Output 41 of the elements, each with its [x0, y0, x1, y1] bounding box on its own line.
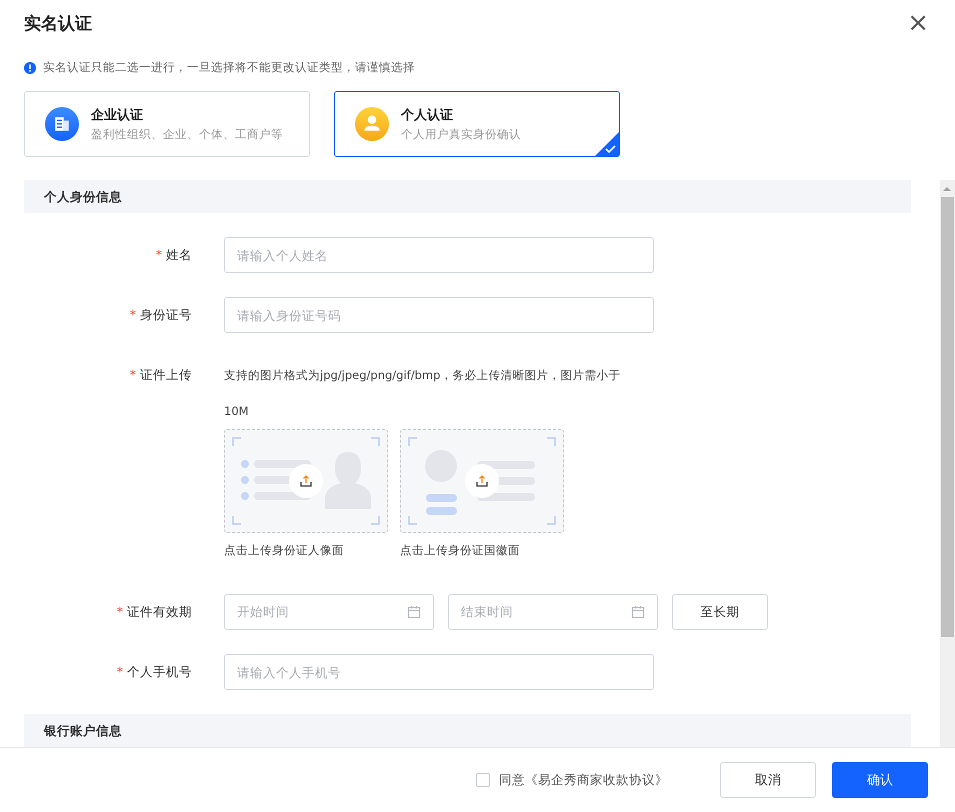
upload-icon: [289, 464, 323, 498]
person-icon: [355, 107, 389, 141]
notice-text: 实名认证只能二选一进行，一旦选择将不能更改认证类型，请谨慎选择: [43, 60, 415, 75]
type-description: 盈利性组织、企业、个体、工商户等: [91, 127, 283, 142]
required-mark: *: [130, 367, 136, 382]
agreement-text: 同意《易企秀商家收款协议》: [499, 772, 668, 788]
permanent-button[interactable]: 至长期: [672, 594, 768, 630]
calendar-icon: [407, 605, 421, 619]
field-label: 姓名: [166, 247, 192, 262]
type-description: 个人用户真实身份确认: [401, 127, 521, 142]
type-title: 企业认证: [91, 107, 144, 124]
confirm-button[interactable]: 确认: [832, 762, 928, 798]
upload-hint: 支持的图片格式为jpg/jpeg/png/gif/bmp，务必上传清晰图片，图片需小于10M: [224, 367, 622, 420]
required-mark: *: [116, 604, 123, 619]
input-field[interactable]: 请输入个人手机号: [224, 654, 654, 690]
section-header: 银行账户信息: [24, 714, 911, 747]
upload-caption: 点击上传身份证人像面: [224, 543, 345, 558]
scrollbar[interactable]: [940, 180, 955, 747]
input-field[interactable]: 请输入个人姓名: [224, 237, 654, 273]
type-card[interactable]: 个人认证 个人用户真实身份确认: [334, 91, 620, 157]
required-mark: *: [156, 247, 162, 262]
checkbox[interactable]: [476, 773, 490, 787]
required-mark: *: [130, 307, 136, 322]
close-button[interactable]: ×: [907, 10, 929, 36]
type-title: 个人认证: [401, 107, 454, 124]
info-icon: [24, 62, 36, 74]
building-icon: [45, 107, 79, 141]
field-label: 证件有效期: [127, 604, 192, 619]
field-label: 个人手机号: [127, 664, 192, 679]
check-corner-icon: [595, 132, 619, 156]
section-header: 个人身份信息: [24, 180, 911, 213]
input-field[interactable]: 请输入身份证号码: [224, 297, 654, 333]
required-mark: *: [116, 664, 123, 679]
field-label: 证件上传: [140, 367, 192, 382]
cancel-button[interactable]: 取消: [720, 762, 816, 798]
upload-caption: 点击上传身份证国徽面: [400, 543, 521, 558]
field-label: 身份证号: [140, 307, 192, 322]
dialog-title: 实名认证: [24, 12, 92, 34]
type-card[interactable]: 企业认证 盈利性组织、企业、个体、工商户等: [24, 91, 310, 157]
upload-icon: [465, 464, 499, 498]
calendar-icon: [631, 605, 645, 619]
